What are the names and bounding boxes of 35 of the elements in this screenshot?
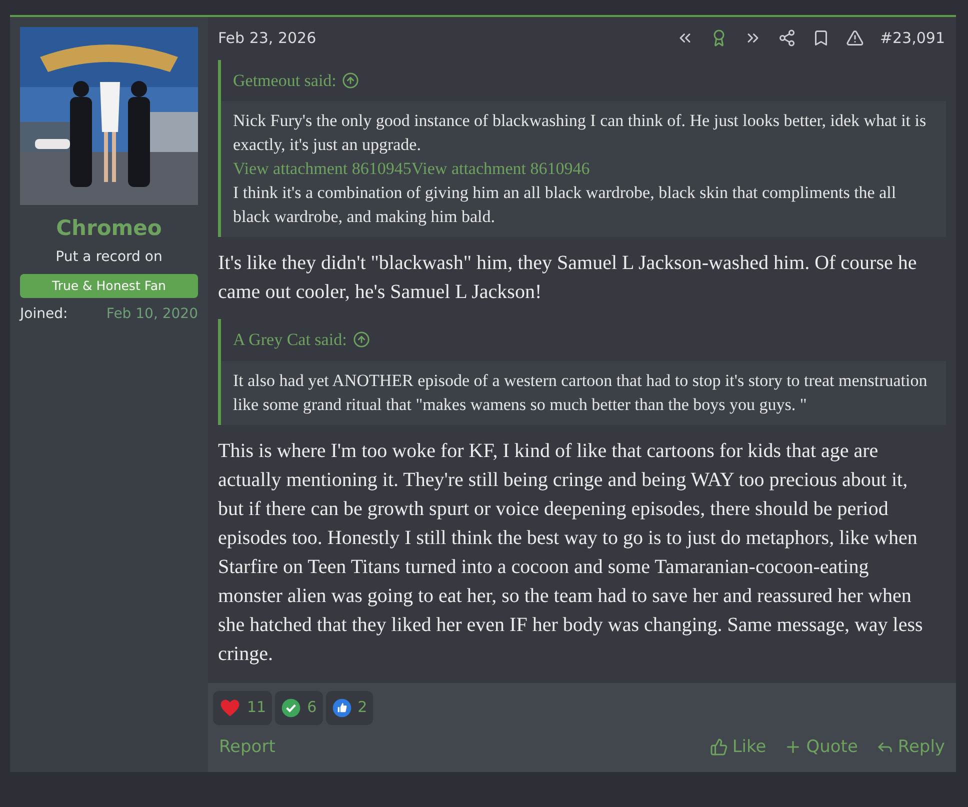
attachment-link[interactable]: View attachment 8610945 [233,157,412,181]
reaction-count: 11 [247,697,266,718]
joined-label: Joined: [20,305,68,324]
like-button[interactable]: Like [710,734,766,760]
reaction-chip[interactable]: 6 [275,690,323,724]
attachment-link[interactable]: View attachment 8610946 [411,157,590,181]
check-circle-icon [281,698,302,718]
post-number[interactable]: #23,091 [880,27,945,50]
quote-author[interactable]: A Grey Cat said: [233,327,347,352]
thumbs-up-icon [710,738,728,756]
report-link[interactable]: Report [219,734,276,760]
quote-text: It also had yet ANOTHER episode of a western cartoon that had to stop it's story to treat menstruation like some grand ritual that "makes wamens so much better than the boys you guys. " [233,370,928,416]
quote-text: Nick Fury's the only good instance of blackwashing I can think of. He just looks better, idek what it is exactly, it's just an upgrade. [233,110,928,156]
reply-button[interactable]: Reply [876,734,945,760]
joined-date: Feb 10, 2020 [106,305,198,324]
thumbs-up-icon [332,698,352,718]
reaction-count: 6 [307,697,317,718]
user-banner: True & Honest Fan [20,274,198,298]
reaction-count: 2 [358,697,368,718]
share-button[interactable] [778,29,796,48]
report-button[interactable] [846,29,864,48]
reaction-chip[interactable]: 11 [213,690,272,724]
arrow-up-circle-icon [342,72,360,89]
warning-icon [846,29,864,48]
quote-button[interactable]: Quote [784,734,858,760]
arrow-up-circle-icon [352,331,370,348]
username[interactable]: Chromeo [56,213,162,244]
share-icon [778,29,796,48]
post-paragraph: It's like they didn't "blackwash" him, they Samuel L Jackson-washed him. Of course he came out cooler, he's Samuel L Jackson! [218,251,918,305]
reaction-chip[interactable]: 2 [326,690,374,724]
post-date[interactable]: Feb 23, 2026 [218,27,316,50]
quote-author[interactable]: Getmeout said: [233,68,336,93]
user-title: Put a record on [56,248,162,266]
quote-text: I think it's a combination of giving him an all black wardrobe, black skin that compliments the all black wardrobe, and making him bald. [233,182,898,228]
post-paragraph: This is where I'm too woke for KF, I kind of like that cartoons for kids that age are actually mentioning it. They're still being cringe and being WAY too precious about it, but if there can be growth spurt or voice deepening episodes, there should be period episodes too. Honestly I still think the best way to go is to just do metaphors, like when Starfire on Teen Titans turned into a cocoon and some Tamaranian-cocoon-eating monster alien was going to eat her, so the team had to save her and reassured her when she hatched that they liked her even IF her body was changing. Same message, way less cringe. [218,438,924,666]
